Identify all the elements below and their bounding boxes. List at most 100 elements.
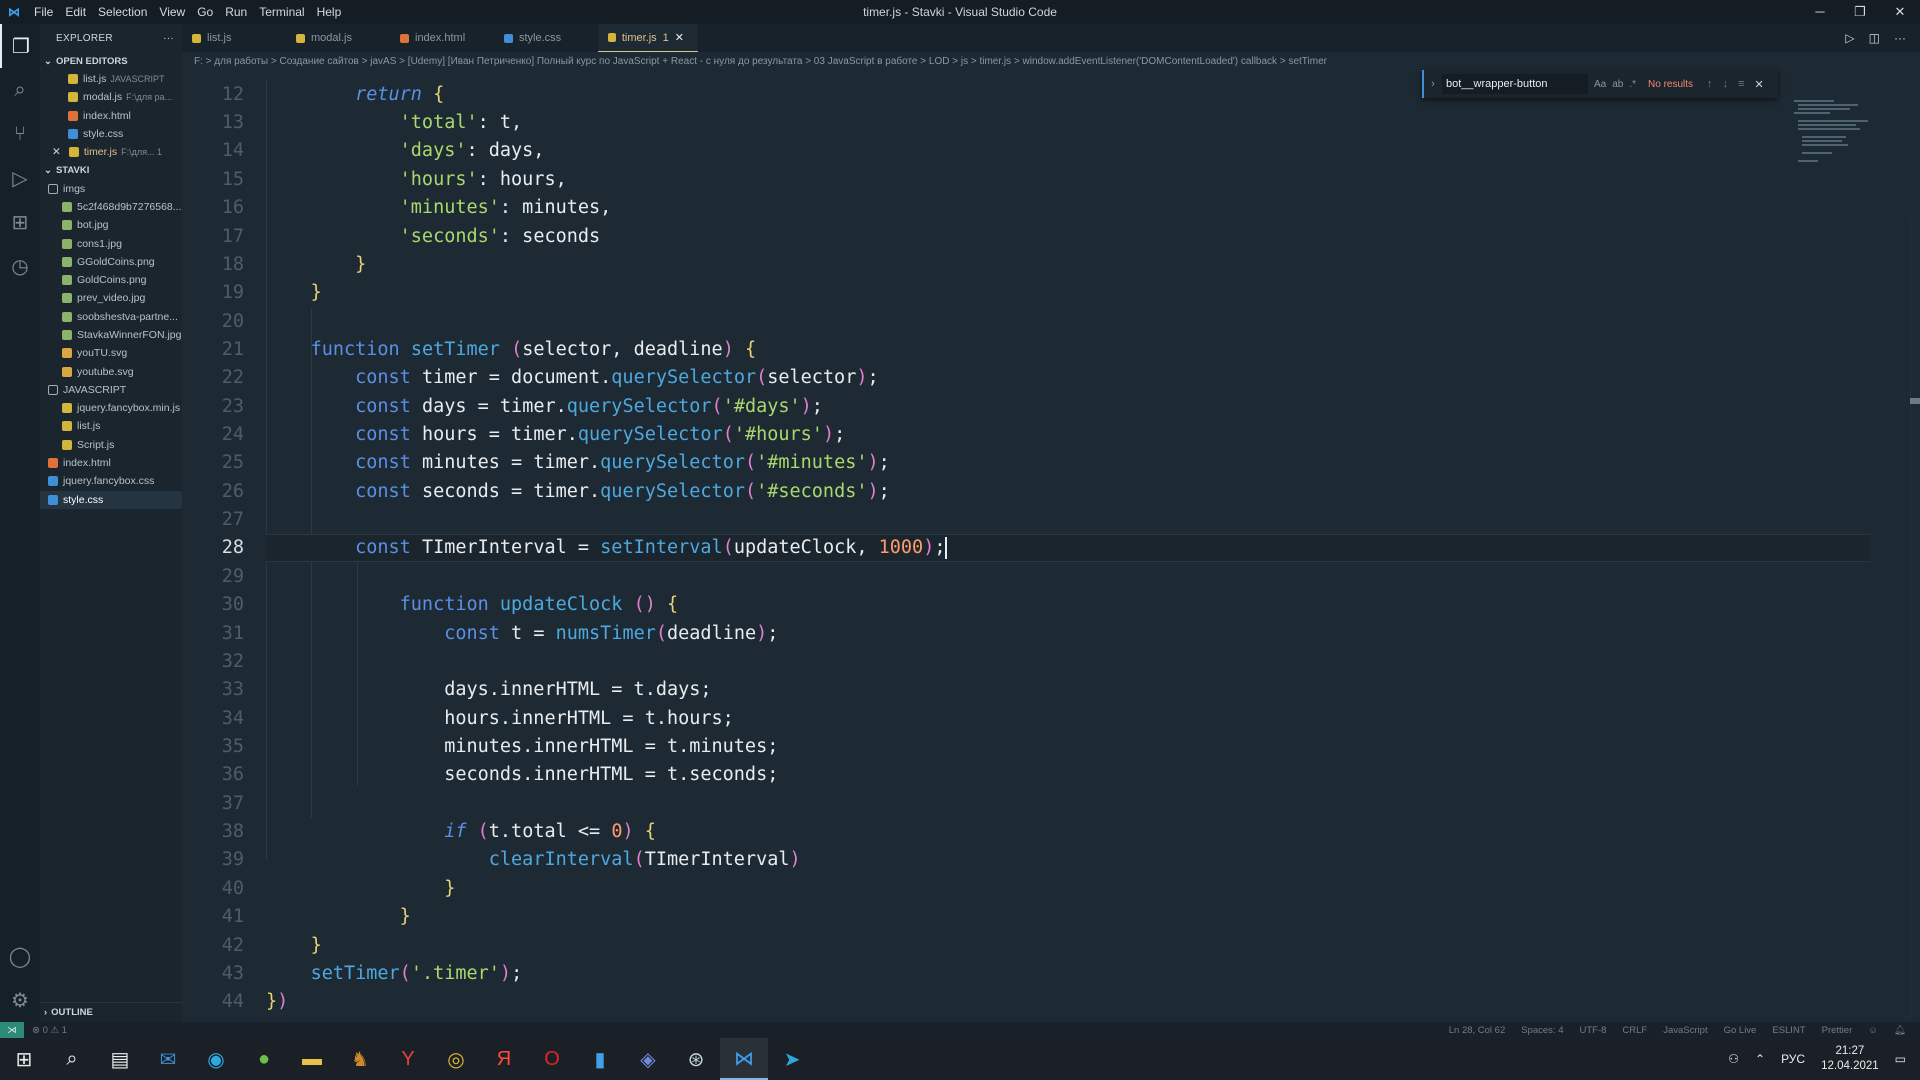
file-item[interactable]: youTU.svg (40, 344, 182, 362)
open-editors-section[interactable]: ⌄ OPEN EDITORS (40, 52, 182, 70)
file-item[interactable]: 5c2f468d9b7276568... (40, 198, 182, 216)
code-line[interactable]: 40 } (182, 874, 1782, 903)
file-item[interactable]: soobshestva-partne... (40, 308, 182, 326)
code-line[interactable]: 16 'minutes': minutes, (182, 193, 1782, 222)
scrollbar-thumb[interactable] (1910, 398, 1920, 404)
menu-edit[interactable]: Edit (59, 5, 92, 19)
cursor-position[interactable]: Ln 28, Col 62 (1449, 1025, 1506, 1036)
file-item[interactable]: Script.js (40, 436, 182, 454)
notifications-icon[interactable]: 🔔︎ (1894, 1025, 1906, 1036)
accounts-icon[interactable]: ◯ (0, 934, 40, 978)
code-line[interactable]: 35 minutes.innerHTML = t.minutes; (182, 732, 1782, 761)
code-line[interactable]: 42 } (182, 931, 1782, 960)
more-icon[interactable]: ··· (1894, 31, 1906, 45)
open-editor-item[interactable]: index.html (40, 107, 182, 125)
edge-icon[interactable]: ◉ (192, 1038, 240, 1080)
discord-icon[interactable]: ◈ (624, 1038, 672, 1080)
code-line[interactable]: 23 const days = timer.querySelector('#da… (182, 392, 1782, 421)
file-item[interactable]: youtube.svg (40, 362, 182, 380)
code-line[interactable]: 15 'hours': hours, (182, 165, 1782, 194)
task-view-icon[interactable]: ▤ (96, 1038, 144, 1080)
code-line[interactable]: 22 const timer = document.querySelector(… (182, 364, 1782, 393)
match-case-toggle[interactable]: Aa (1594, 79, 1606, 90)
search-icon[interactable]: ⌕ (0, 68, 40, 112)
menu-view[interactable]: View (153, 5, 191, 19)
whole-word-toggle[interactable]: ab (1612, 79, 1623, 90)
code-line[interactable]: 39 clearInterval(TImerInterval) (182, 846, 1782, 875)
next-match-icon[interactable]: ↓ (1723, 78, 1729, 90)
opera-icon[interactable]: O (528, 1038, 576, 1080)
menu-terminal[interactable]: Terminal (253, 5, 310, 19)
open-editor-item[interactable]: modal.js F:\для ра... (40, 88, 182, 106)
yandex-browser-icon[interactable]: Я (480, 1038, 528, 1080)
code-line[interactable]: 18 } (182, 250, 1782, 279)
file-item[interactable]: GoldCoins.png (40, 271, 182, 289)
timeline-icon[interactable]: ◷ (0, 244, 40, 288)
mail-icon[interactable]: ✉ (144, 1038, 192, 1080)
code-line[interactable]: 31 const t = numsTimer(deadline); (182, 619, 1782, 648)
source-control-icon[interactable]: ⑂ (0, 112, 40, 156)
menu-selection[interactable]: Selection (92, 5, 153, 19)
editor-tab[interactable]: style.css (494, 24, 598, 52)
app-green-icon[interactable]: ● (240, 1038, 288, 1080)
code-line[interactable]: 33 days.innerHTML = t.days; (182, 676, 1782, 705)
file-item[interactable]: prev_video.jpg (40, 289, 182, 307)
outline-section[interactable]: › OUTLINE (40, 1002, 182, 1022)
run-debug-icon[interactable]: ▷ (0, 156, 40, 200)
code-line[interactable]: 27 (182, 505, 1782, 534)
minimize-icon[interactable]: ─ (1800, 0, 1840, 24)
code-line[interactable]: 28 const TImerInterval = setInterval(upd… (222, 533, 1870, 563)
go-live[interactable]: Go Live (1724, 1025, 1757, 1036)
code-line[interactable]: 37 (182, 789, 1782, 818)
file-item[interactable]: GGoldCoins.png (40, 253, 182, 271)
settings-gear-icon[interactable]: ⚙ (0, 978, 40, 1022)
file-item[interactable]: bot.jpg (40, 216, 182, 234)
code-line[interactable]: 14 'days': days, (182, 137, 1782, 166)
game-icon[interactable]: ♞ (336, 1038, 384, 1080)
start-icon[interactable]: ⊞ (0, 1038, 48, 1080)
menu-help[interactable]: Help (311, 5, 348, 19)
minimap[interactable] (1790, 98, 1898, 188)
code-line[interactable]: 34 hours.innerHTML = t.hours; (182, 704, 1782, 733)
editor-tab[interactable]: list.js (182, 24, 286, 52)
previous-match-icon[interactable]: ↑ (1707, 78, 1713, 90)
code-line[interactable]: 21 function setTimer (selector, deadline… (182, 335, 1782, 364)
folder-item[interactable]: imgs (40, 179, 182, 197)
problems-status[interactable]: ⊗ 0 ⚠ 1 (32, 1025, 67, 1036)
menu-go[interactable]: Go (191, 5, 219, 19)
menu-file[interactable]: File (28, 5, 59, 19)
people-icon[interactable]: ⚇ (1728, 1052, 1739, 1066)
editor-tab[interactable]: timer.js 1 ✕ (598, 24, 698, 52)
encoding[interactable]: UTF-8 (1580, 1025, 1607, 1036)
code-line[interactable]: 38 if (t.total <= 0) { (182, 817, 1782, 846)
explorer-icon[interactable]: ❐ (0, 24, 40, 68)
file-explorer-icon[interactable]: ▬ (288, 1038, 336, 1080)
line-endings[interactable]: CRLF (1622, 1025, 1647, 1036)
file-item[interactable]: style.css (40, 490, 182, 509)
menu-run[interactable]: Run (219, 5, 253, 19)
close-find-icon[interactable]: ✕ (1754, 78, 1763, 91)
search-taskbar-icon[interactable]: ⌕ (48, 1038, 96, 1080)
code-editor[interactable]: 12 return {13 'total': t, 14 'days': days… (182, 80, 1870, 1012)
vertical-scrollbar[interactable] (1910, 218, 1920, 1018)
feedback-icon[interactable]: ☺ (1868, 1025, 1878, 1036)
code-line[interactable]: 13 'total': t, (182, 108, 1782, 137)
more-actions-icon[interactable]: ··· (163, 33, 174, 44)
action-center-icon[interactable]: ▭ (1895, 1052, 1906, 1066)
run-icon[interactable]: ▷ (1845, 31, 1854, 45)
code-line[interactable]: 24 const hours = timer.querySelector('#h… (182, 420, 1782, 449)
code-line[interactable]: 17 'seconds': seconds (182, 222, 1782, 251)
find-in-selection-icon[interactable]: ≡ (1738, 78, 1744, 90)
editor-tab[interactable]: index.html (390, 24, 494, 52)
restore-icon[interactable]: ❐ (1840, 0, 1880, 24)
file-item[interactable]: StavkaWinnerFON.jpg (40, 326, 182, 344)
code-line[interactable]: 32 (182, 647, 1782, 676)
file-item[interactable]: jquery.fancybox.css (40, 472, 182, 490)
open-editor-item[interactable]: style.css (40, 125, 182, 143)
remote-icon[interactable]: ⋊ (0, 1022, 24, 1038)
editor-tab[interactable]: modal.js (286, 24, 390, 52)
code-line[interactable]: 19 } (182, 279, 1782, 308)
code-line[interactable]: 25 const minutes = timer.querySelector('… (182, 449, 1782, 478)
code-line[interactable]: 36 seconds.innerHTML = t.seconds; (182, 761, 1782, 790)
steam-icon[interactable]: ⊛ (672, 1038, 720, 1080)
